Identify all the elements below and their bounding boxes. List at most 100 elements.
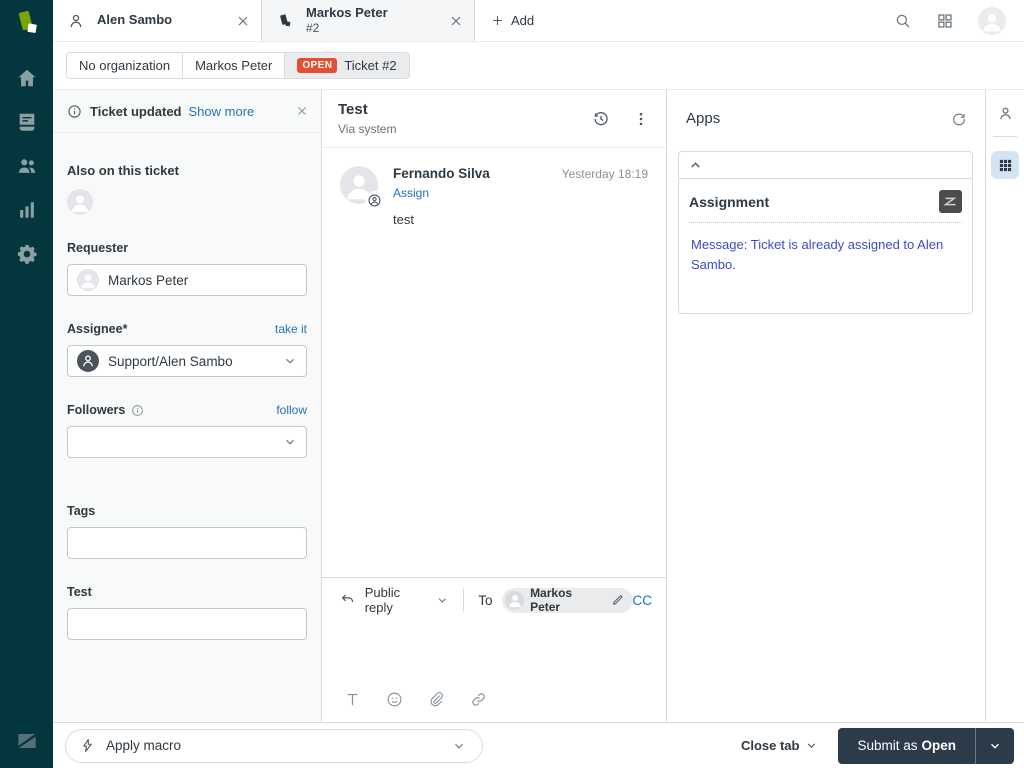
close-tab-icon[interactable] [235,13,251,29]
recipient-name: Markos Peter [530,586,573,614]
custom-field-label: Test [67,585,92,599]
submit-as-open-button[interactable]: Submit as Open [838,728,975,764]
cc-link[interactable]: CC [633,593,653,608]
show-more-link[interactable]: Show more [189,104,255,119]
tab-subtitle: #2 [306,21,320,36]
info-icon [67,104,82,119]
messages-list: Fernando Silva Yesterday 18:19 Assign te… [322,148,666,577]
chevron-down-icon [283,354,297,368]
person-tab-icon [67,12,85,30]
chevron-up-icon [689,159,702,172]
tab-alen-sambo[interactable]: Alen Sambo [53,0,262,41]
close-tab-label: Close tab [740,738,800,753]
close-tab-control[interactable]: Close tab [741,738,819,753]
customers-icon[interactable] [16,155,38,177]
topbar-right [894,0,1024,41]
message-avatar[interactable] [340,166,384,210]
collaborator-avatar[interactable] [67,189,93,215]
submit-split-button: Submit as Open [838,727,1014,764]
apply-macro-label: Apply macro [106,738,182,753]
topbar: Alen Sambo Markos Peter #2 Add [53,0,1024,42]
followers-info-icon [131,404,144,417]
app-switcher-icon[interactable] [936,12,954,30]
also-on-ticket-label: Also on this ticket [67,163,179,178]
ticket-fields-panel: Ticket updated Show more Also on this ti… [53,90,322,722]
submit-options-caret[interactable] [976,728,1014,764]
events-history-icon[interactable] [592,110,610,128]
conversation-column: Test Via system Fernando Silva Yesterday… [322,90,667,722]
breadcrumb-org[interactable]: No organization [66,52,184,79]
reload-apps-icon[interactable] [951,111,967,127]
apps-grid-icon[interactable] [991,151,1019,179]
add-tab-button[interactable]: Add [475,0,550,41]
app-collapse-bar[interactable] [679,152,972,179]
message-fernando: Fernando Silva Yesterday 18:19 Assign te… [340,166,648,227]
submit-prefix: Submit as [857,738,918,753]
tab-markos-peter[interactable]: Markos Peter #2 [262,0,475,41]
close-tab-icon[interactable] [448,13,464,29]
search-icon[interactable] [894,12,912,30]
custom-text-field[interactable] [67,608,307,640]
chevron-down-icon [805,739,818,752]
chevron-down-icon [452,739,466,753]
requester-value: Markos Peter [108,272,189,288]
kebab-menu-icon[interactable] [632,110,650,128]
ticket-number: Ticket #2 [344,58,397,73]
ticket-tab-icon [276,12,294,30]
apps-title: Apps [686,110,721,127]
assignment-app-icon [939,190,962,213]
tab-title: Markos Peter [306,4,388,20]
recipient-avatar [505,590,525,610]
reply-section: Public reply To Markos Peter CC [322,577,666,722]
message-timestamp: Yesterday 18:19 [561,167,648,181]
toast-close-icon[interactable] [295,104,309,118]
app-message: Message: Ticket is already assigned to A… [691,237,944,273]
plus-icon [493,16,502,25]
message-author: Fernando Silva [393,166,490,181]
edit-pencil-icon[interactable] [611,593,625,607]
tags-label: Tags [67,504,96,518]
requester-field[interactable]: Markos Peter [67,264,307,296]
emoji-icon[interactable] [386,691,403,708]
zendesk-app: Alen Sambo Markos Peter #2 Add No organi… [0,0,1024,768]
breadcrumb: No organization Markos Peter OPEN Ticket… [53,42,1024,89]
product-sidebar [0,0,53,768]
admin-gear-icon[interactable] [16,243,38,265]
link-icon[interactable] [470,691,487,708]
content-row: Ticket updated Show more Also on this ti… [53,89,1024,722]
home-icon[interactable] [16,67,38,89]
reply-type-selector[interactable]: Public reply [365,585,450,615]
views-icon[interactable] [16,111,38,133]
reply-arrow-icon [340,592,356,608]
assignee-label: Assignee* [67,322,128,336]
ticket-updated-toast: Ticket updated Show more [53,90,321,133]
reply-type-label: Public reply [364,585,401,615]
breadcrumb-ticket[interactable]: OPEN Ticket #2 [284,52,410,79]
assign-link[interactable]: Assign [393,186,429,200]
add-label: Add [511,13,535,28]
reporting-icon[interactable] [16,199,38,221]
ticket-footer: Apply macro Close tab Submit as Open [53,722,1024,768]
status-badge: OPEN [297,58,338,73]
breadcrumb-person[interactable]: Markos Peter [182,52,286,79]
assignee-select[interactable]: Support/Alen Sambo [67,345,307,377]
followers-select[interactable] [67,426,307,458]
tags-field[interactable] [67,527,307,559]
customer-context-icon[interactable] [997,105,1014,122]
apply-macro-combobox[interactable]: Apply macro [65,728,483,763]
conversation-header: Test Via system [322,90,666,148]
divider [463,588,465,612]
take-it-link[interactable]: take it [275,322,307,336]
composer-toolbar [322,684,666,722]
zendesk-z-logo-icon[interactable] [14,728,40,754]
attachment-icon[interactable] [428,691,445,708]
toast-title: Ticket updated [90,103,182,119]
reply-textarea[interactable] [322,622,666,684]
requester-avatar [77,269,99,291]
main-area: Alen Sambo Markos Peter #2 Add No organi… [53,0,1024,768]
divider [993,136,1017,137]
recipient-pill[interactable]: Markos Peter [502,586,633,614]
user-avatar[interactable] [978,6,1006,35]
follow-link[interactable]: follow [276,403,307,417]
text-format-icon[interactable] [344,691,361,708]
